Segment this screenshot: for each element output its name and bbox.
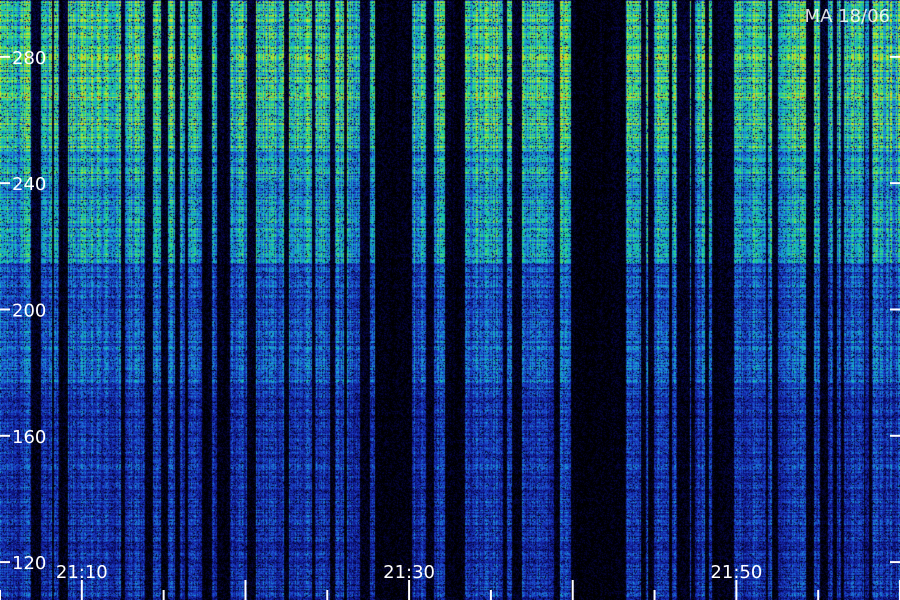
station-label: MA 18/06 [805,6,890,27]
x-tick-label: 21:30 [383,562,435,583]
y-tick-label: 160 [12,427,46,448]
spectrogram-axes: 120 160 200 240 280 21:10 21:30 21:50 MA 18/06 [0,6,900,600]
y-tick-label: 120 [12,553,46,574]
y-tick-label: 200 [12,300,46,321]
y-tick-label: 240 [12,174,46,195]
x-axis: 21:10 21:30 21:50 [0,562,900,600]
y-tick-label: 280 [12,48,46,69]
x-tick-label: 21:50 [710,562,762,583]
y-axis: 120 160 200 240 280 [0,48,900,574]
spectrogram-plot: 120 160 200 240 280 21:10 21:30 21:50 MA 18/06 [0,0,900,600]
x-tick-label: 21:10 [56,562,108,583]
